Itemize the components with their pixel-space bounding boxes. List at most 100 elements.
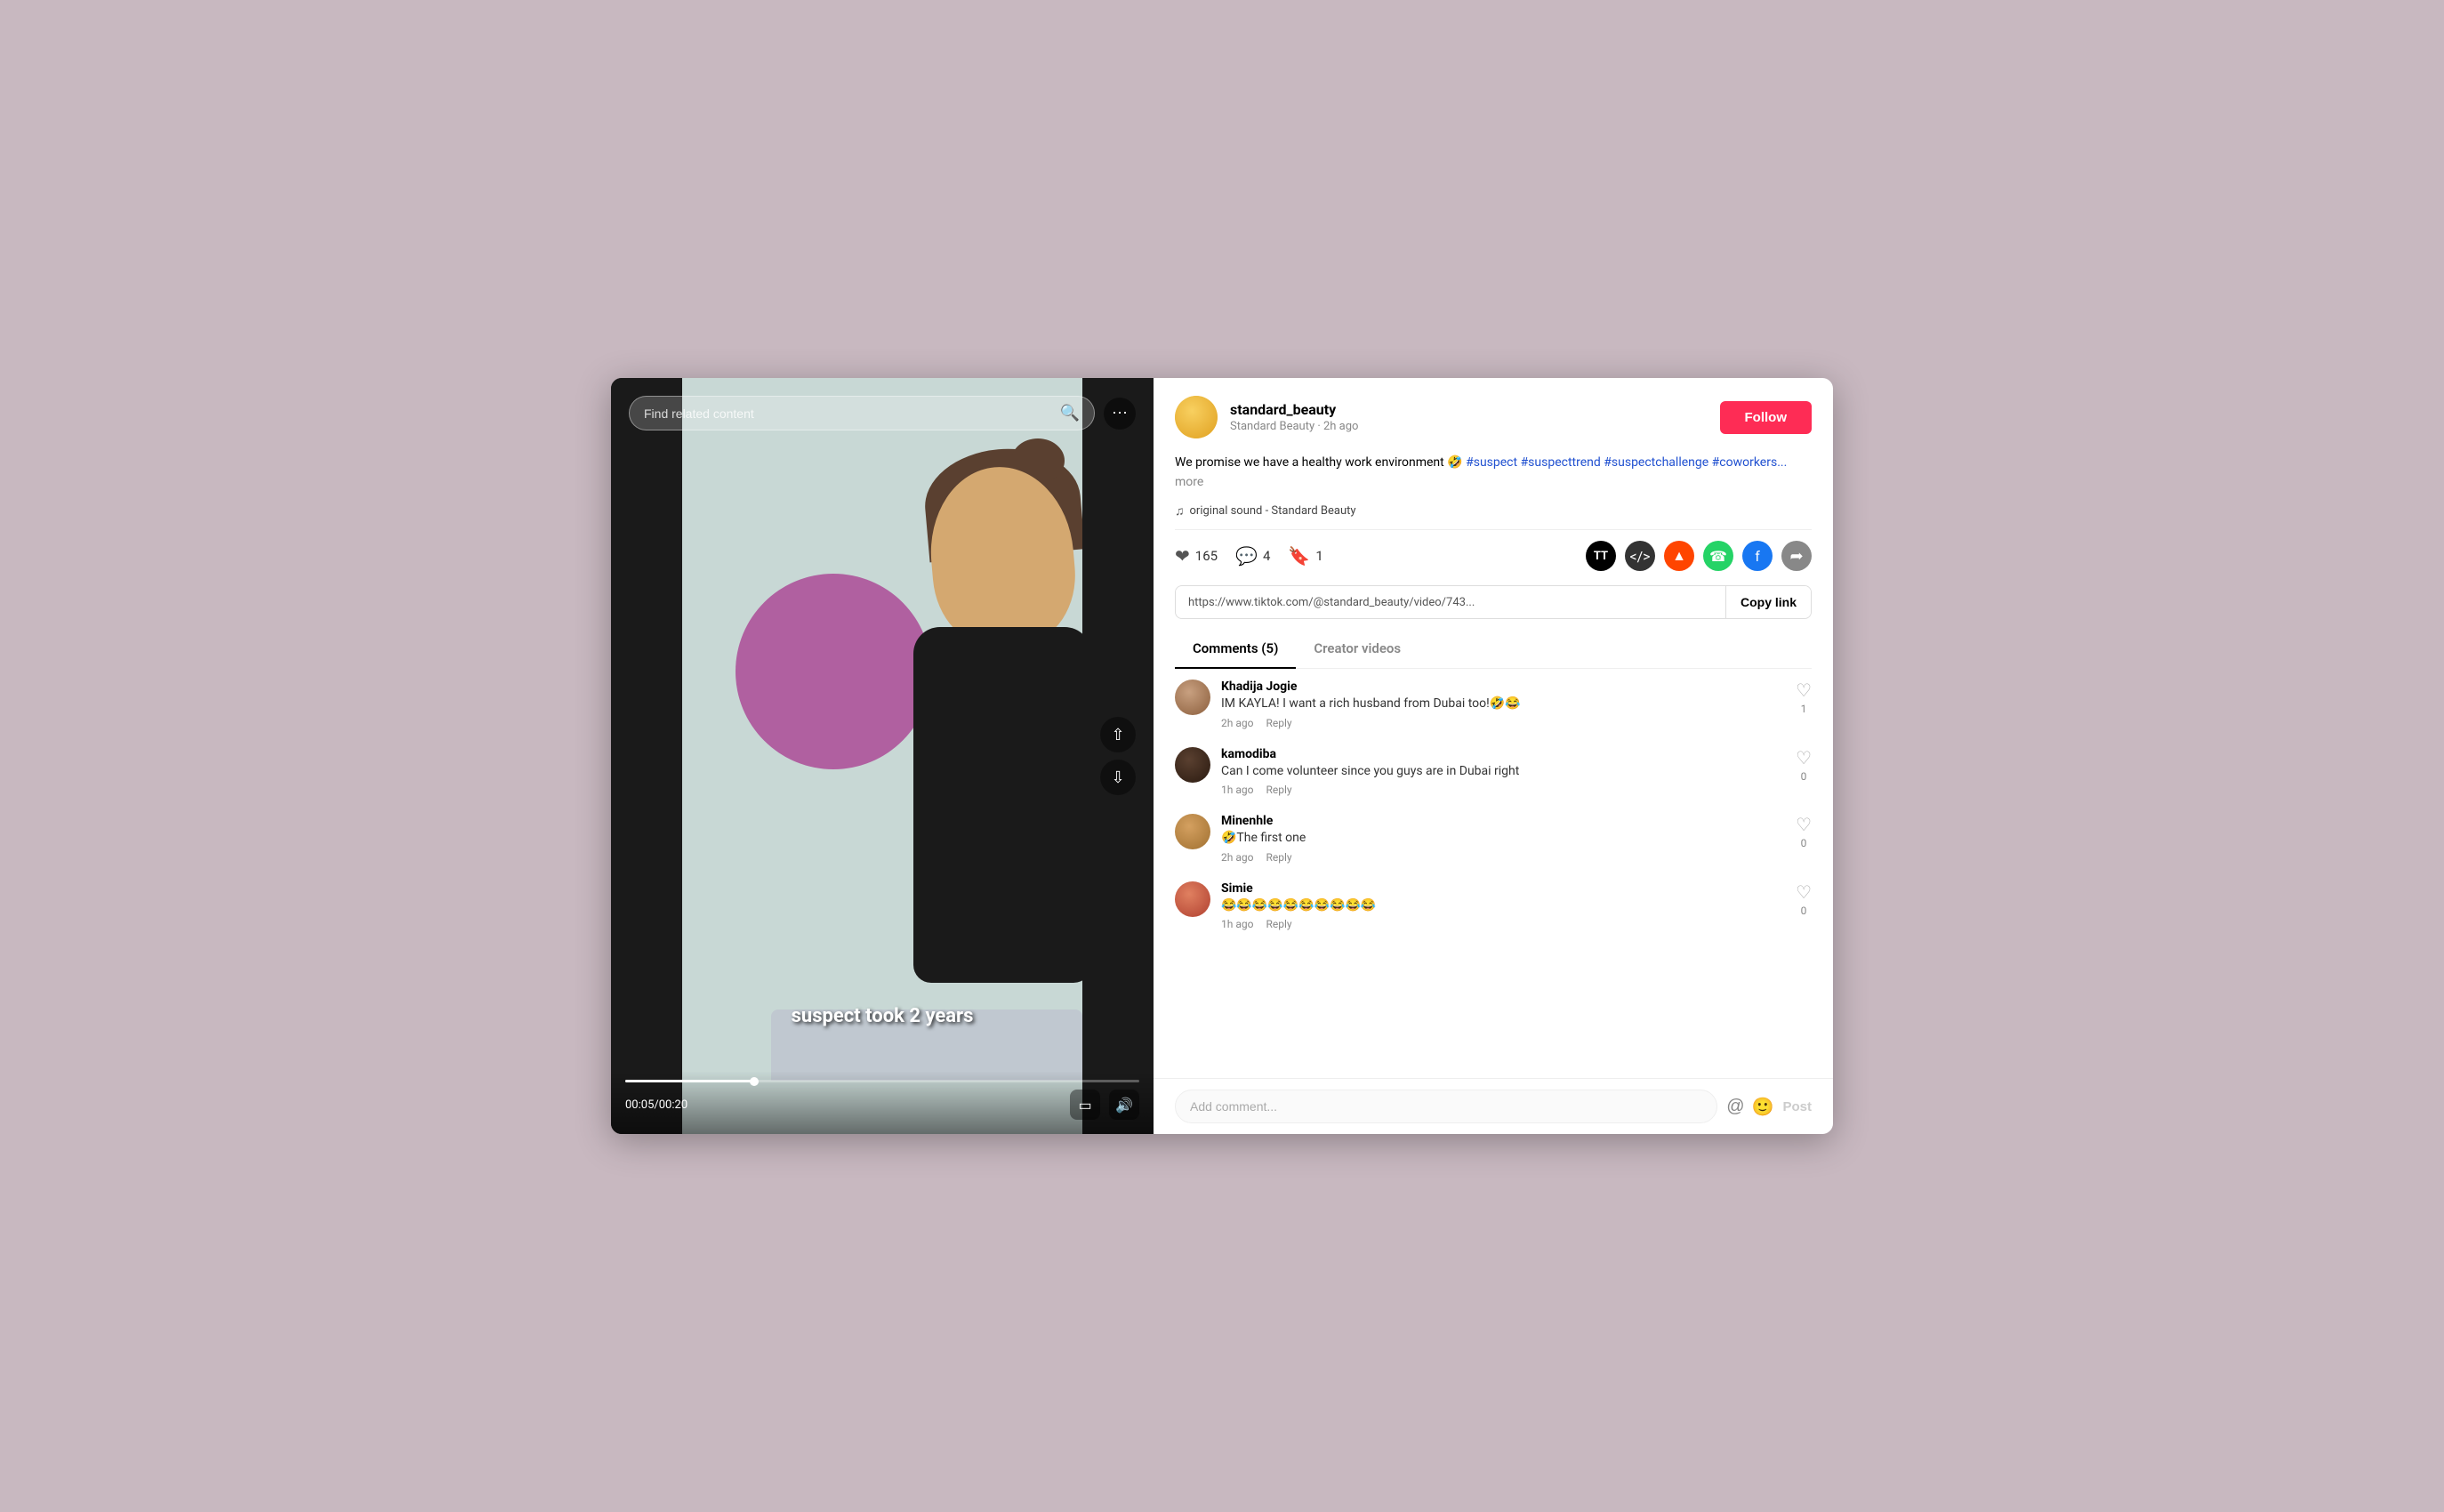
comment-text: 😂😂😂😂😂😂😂😂😂😂 [1221,897,1785,915]
comment-icon: 💬 [1235,545,1258,567]
comment-time: 2h ago [1221,851,1253,864]
volume-button[interactable]: 🔊 [1109,1090,1139,1120]
music-icon: ♫ [1175,503,1185,519]
comment-item: kamodiba Can I come volunteer since you … [1175,747,1812,797]
comment-username: Minenhle [1221,814,1785,828]
like-count: 0 [1801,770,1807,783]
comment-like: ♡ 0 [1796,814,1812,864]
nav-up-button[interactable]: ⇧ [1100,717,1136,752]
bookmark-icon: 🔖 [1288,545,1310,567]
comment-content: Khadija Jogie IM KAYLA! I want a rich hu… [1221,680,1785,729]
more-link[interactable]: more [1175,475,1203,489]
avatar [1175,396,1218,438]
hashtag-suspectchallenge[interactable]: #suspectchallenge [1604,455,1708,470]
comment-meta: 2h ago Reply [1221,717,1785,729]
like-heart-icon[interactable]: ♡ [1796,680,1812,701]
like-count: 0 [1801,905,1807,917]
user-info: standard_beauty Standard Beauty · 2h ago [1230,401,1708,433]
nav-down-button[interactable]: ⇩ [1100,760,1136,795]
emoji-button[interactable]: 🙂 [1752,1096,1774,1118]
follow-button[interactable]: Follow [1720,401,1813,434]
video-subtitle: suspect took 2 years [792,1005,974,1027]
reply-button[interactable]: Reply [1266,717,1291,729]
comment-content: Minenhle 🤣The first one 2h ago Reply [1221,814,1785,864]
progress-bar[interactable] [625,1080,1139,1082]
comment-item: Minenhle 🤣The first one 2h ago Reply ♡ 0 [1175,814,1812,864]
comment-item: Simie 😂😂😂😂😂😂😂😂😂😂 1h ago Reply ♡ 0 [1175,881,1812,931]
heart-icon: ❤ [1175,545,1190,567]
comment-text: 🤣The first one [1221,830,1785,848]
comment-input[interactable] [1175,1090,1717,1123]
tab-creator-videos[interactable]: Creator videos [1296,630,1419,669]
person-silhouette [771,431,1082,1081]
comment-username: kamodiba [1221,747,1785,761]
comment-time: 2h ago [1221,717,1253,729]
video-top-bar: 🔍 ⋯ [629,396,1136,430]
like-count: 0 [1801,837,1807,849]
comment-time: 1h ago [1221,784,1253,796]
caption-area: We promise we have a healthy work enviro… [1154,453,1833,500]
comment-input-area: @ 🙂 Post [1154,1078,1833,1134]
share-reddit-button[interactable]: ▲ [1664,541,1694,571]
tabs-row: Comments (5) Creator videos [1175,630,1812,669]
input-icons: @ 🙂 [1726,1096,1773,1118]
share-embed-button[interactable]: </> [1625,541,1655,571]
sound-row: ♫ original sound - Standard Beauty [1154,500,1833,529]
comment-avatar [1175,747,1210,783]
video-side-left [611,378,682,1134]
like-heart-icon[interactable]: ♡ [1796,881,1812,903]
bookmarks-count: 1 [1315,548,1322,564]
comment-avatar [1175,881,1210,917]
link-row: https://www.tiktok.com/@standard_beauty/… [1175,585,1812,619]
comment-content: Simie 😂😂😂😂😂😂😂😂😂😂 1h ago Reply [1221,881,1785,931]
time-display: 00:05/00:20 [625,1098,687,1112]
reply-button[interactable]: Reply [1266,918,1291,930]
copy-link-button[interactable]: Copy link [1725,586,1811,618]
share-tiktok-button[interactable]: TT [1586,541,1616,571]
panel-header: standard_beauty Standard Beauty · 2h ago… [1154,378,1833,453]
comment-like: ♡ 0 [1796,747,1812,797]
comment-like: ♡ 0 [1796,881,1812,931]
comment-username: Simie [1221,881,1785,896]
mention-button[interactable]: @ [1726,1097,1744,1117]
username: standard_beauty [1230,401,1708,418]
nav-arrows: ⇧ ⇩ [1100,717,1136,795]
tab-comments[interactable]: Comments (5) [1175,630,1296,669]
post-button[interactable]: Post [1782,1099,1812,1114]
hashtag-suspect[interactable]: #suspect [1466,455,1517,470]
search-input[interactable] [644,406,1053,421]
like-heart-icon[interactable]: ♡ [1796,814,1812,835]
hashtag-coworkers[interactable]: #coworkers... [1712,455,1788,470]
share-facebook-button[interactable]: f [1742,541,1773,571]
reply-button[interactable]: Reply [1266,851,1291,864]
share-whatsapp-button[interactable]: ☎ [1703,541,1733,571]
comments-count: 4 [1263,548,1270,564]
comment-item: Khadija Jogie IM KAYLA! I want a rich hu… [1175,680,1812,729]
likes-stat[interactable]: ❤ 165 [1175,545,1218,567]
caption-text: We promise we have a healthy work enviro… [1175,455,1787,470]
like-heart-icon[interactable]: ♡ [1796,747,1812,768]
like-count: 1 [1801,703,1807,715]
comment-avatar [1175,814,1210,849]
reply-button[interactable]: Reply [1266,784,1291,796]
video-bottom-controls: 00:05/00:20 ▭ 🔊 [611,1071,1154,1134]
hashtag-suspecttrend[interactable]: #suspecttrend [1521,455,1601,470]
comment-panel: standard_beauty Standard Beauty · 2h ago… [1154,378,1833,1134]
caption-toggle-button[interactable]: ▭ [1070,1090,1100,1120]
search-bar[interactable]: 🔍 [629,396,1095,430]
comment-username: Khadija Jogie [1221,680,1785,694]
comment-text: IM KAYLA! I want a rich husband from Dub… [1221,696,1785,713]
comment-meta: 1h ago Reply [1221,784,1785,796]
comments-list: Khadija Jogie IM KAYLA! I want a rich hu… [1154,669,1833,1078]
sound-text: original sound - Standard Beauty [1190,504,1356,518]
share-link-text: https://www.tiktok.com/@standard_beauty/… [1176,587,1725,618]
user-subtext: Standard Beauty · 2h ago [1230,420,1708,433]
comment-text: Can I come volunteer since you guys are … [1221,763,1785,781]
progress-fill [625,1080,754,1082]
bookmarks-stat[interactable]: 🔖 1 [1288,545,1322,567]
comment-like: ♡ 1 [1796,680,1812,729]
search-icon[interactable]: 🔍 [1060,404,1080,422]
more-options-button[interactable]: ⋯ [1104,398,1136,430]
comments-stat[interactable]: 💬 4 [1235,545,1270,567]
share-more-button[interactable]: ➦ [1781,541,1812,571]
